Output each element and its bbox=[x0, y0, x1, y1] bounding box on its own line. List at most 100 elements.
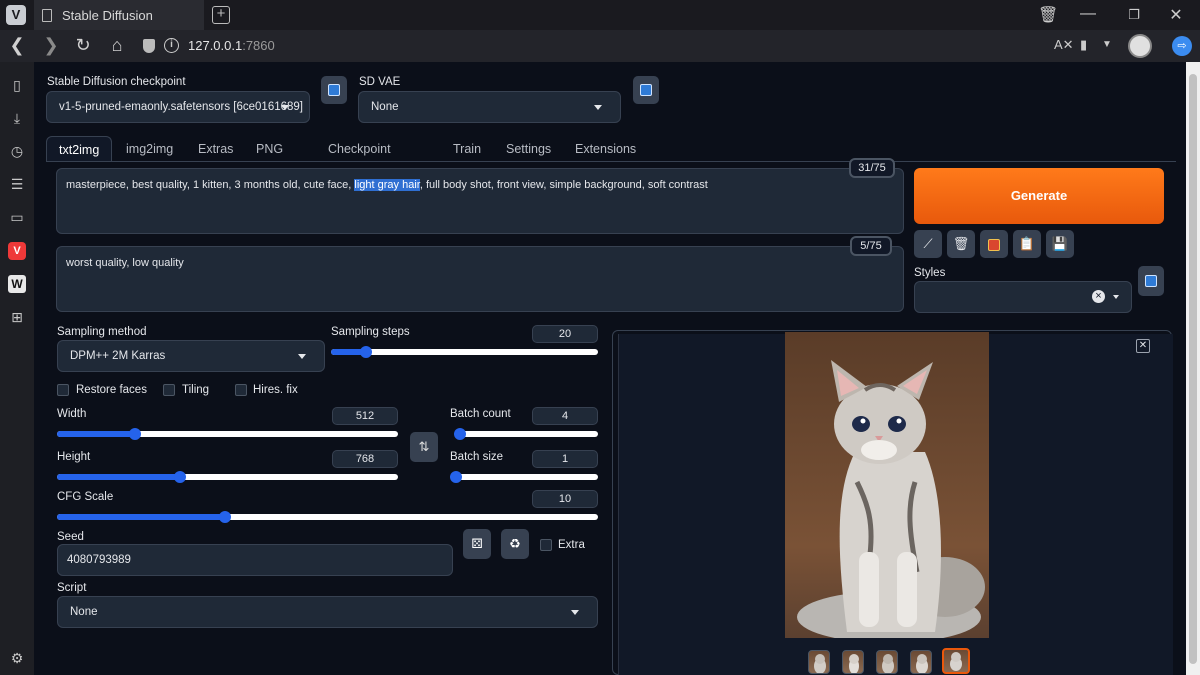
gallery-thumbnail[interactable] bbox=[842, 650, 864, 674]
tab-extras[interactable]: Extras bbox=[198, 136, 233, 162]
swap-dimensions-button[interactable]: ⇅ bbox=[410, 432, 438, 462]
bookmark-page-icon[interactable]: ▮ bbox=[1080, 37, 1087, 53]
styles-label: Styles bbox=[914, 267, 946, 279]
sampling-steps-slider[interactable] bbox=[331, 346, 598, 358]
download-icon[interactable]: ⤓ bbox=[8, 109, 26, 127]
browser-titlebar: V Stable Diffusion + 🗑 — ❐ ✕ bbox=[0, 0, 1200, 30]
height-input[interactable]: 768 bbox=[332, 450, 398, 468]
tab-txt2img[interactable]: txt2img bbox=[46, 136, 113, 162]
tab-extensions[interactable]: Extensions bbox=[575, 136, 636, 162]
settings-icon[interactable]: ⚙ bbox=[8, 649, 26, 667]
home-icon[interactable]: ⌂ bbox=[106, 35, 128, 56]
seed-input[interactable]: 4080793989 bbox=[57, 544, 453, 576]
slider-thumb[interactable] bbox=[450, 471, 462, 483]
translate-icon[interactable]: A✕ bbox=[1054, 37, 1074, 53]
sampling-method-select[interactable]: DPM++ 2M Karras bbox=[57, 340, 325, 372]
slider-thumb[interactable] bbox=[129, 428, 142, 440]
batch-size-slider[interactable] bbox=[450, 471, 598, 483]
batch-size-input[interactable]: 1 bbox=[532, 450, 598, 468]
generated-image-preview[interactable] bbox=[785, 332, 989, 638]
batch-count-input[interactable]: 4 bbox=[532, 407, 598, 425]
tab-png-info[interactable]: PNG Info bbox=[256, 136, 283, 182]
negative-prompt-input[interactable]: worst quality, low quality bbox=[56, 246, 904, 312]
slider-thumb[interactable] bbox=[454, 428, 467, 440]
sync-icon[interactable]: ⇨ bbox=[1172, 36, 1192, 56]
tab-checkpoint-merger[interactable]: Checkpoint Merger bbox=[328, 136, 391, 182]
width-slider[interactable] bbox=[57, 428, 398, 440]
checkpoint-select[interactable]: v1-5-pruned-emaonly.safetensors [6ce0161… bbox=[46, 91, 310, 123]
save-style-button[interactable]: 💾 bbox=[1046, 230, 1074, 258]
window-icon[interactable]: ▭ bbox=[8, 208, 26, 226]
reuse-seed-button[interactable]: ♻ bbox=[501, 529, 529, 559]
back-icon[interactable]: ❮ bbox=[6, 35, 28, 56]
gallery-thumbnail[interactable] bbox=[876, 650, 898, 674]
page-scrollbar[interactable] bbox=[1186, 62, 1200, 675]
vivaldi-menu-icon[interactable]: V bbox=[6, 5, 26, 25]
new-tab-icon[interactable]: + bbox=[212, 6, 230, 24]
slider-thumb[interactable] bbox=[218, 511, 231, 523]
bookmark-icon[interactable]: ▯ bbox=[8, 76, 26, 94]
close-window-icon[interactable]: ✕ bbox=[1166, 5, 1186, 25]
prompt-input[interactable]: masterpiece, best quality, 1 kitten, 3 m… bbox=[56, 168, 904, 234]
clipboard-icon: 📋 bbox=[1018, 236, 1036, 251]
shield-icon[interactable] bbox=[143, 39, 155, 53]
tab-settings[interactable]: Settings bbox=[506, 136, 551, 162]
cfg-scale-slider[interactable] bbox=[57, 511, 598, 523]
refresh-styles-button[interactable] bbox=[1138, 266, 1164, 296]
styles-select[interactable]: × bbox=[914, 281, 1132, 313]
slider-thumb[interactable] bbox=[359, 346, 372, 358]
width-input[interactable]: 512 bbox=[332, 407, 398, 425]
tab-title: Stable Diffusion bbox=[62, 7, 153, 23]
maximize-icon[interactable]: ❐ bbox=[1124, 7, 1144, 23]
clear-prompt-button[interactable]: 🗑 bbox=[947, 230, 975, 258]
vivaldi-icon[interactable]: V bbox=[8, 242, 26, 260]
apply-style-button[interactable]: 📋 bbox=[1013, 230, 1041, 258]
add-panel-icon[interactable]: ⊞ bbox=[8, 308, 26, 326]
refresh-vae-button[interactable] bbox=[633, 76, 659, 104]
wikipedia-icon[interactable]: W bbox=[8, 275, 26, 293]
tab-img2img[interactable]: img2img bbox=[126, 136, 173, 162]
reload-icon[interactable]: ↻ bbox=[72, 35, 94, 56]
restore-faces-checkbox[interactable] bbox=[57, 384, 69, 396]
profile-avatar[interactable] bbox=[1128, 34, 1152, 58]
tab-train[interactable]: Train bbox=[453, 136, 481, 162]
dropdown-icon[interactable]: ▼ bbox=[1102, 39, 1112, 50]
negative-token-counter: 5/75 bbox=[850, 236, 892, 256]
prompt-text: masterpiece, best quality, 1 kitten, 3 m… bbox=[66, 179, 355, 191]
random-seed-button[interactable]: ⚄ bbox=[463, 529, 491, 559]
forward-icon[interactable]: ❯ bbox=[40, 35, 62, 56]
recycle-icon: ♻ bbox=[509, 536, 521, 551]
floppy-disk-icon: 💾 bbox=[1051, 236, 1069, 251]
cfg-scale-input[interactable]: 10 bbox=[532, 490, 598, 508]
minimize-icon[interactable]: — bbox=[1078, 5, 1098, 23]
extra-networks-button[interactable] bbox=[980, 230, 1008, 258]
url-field[interactable]: 127.0.0.1:7860 bbox=[188, 38, 275, 53]
refresh-checkpoint-button[interactable] bbox=[321, 76, 347, 104]
batch-count-slider[interactable] bbox=[454, 428, 598, 440]
gallery-thumbnail[interactable] bbox=[910, 650, 932, 674]
history-icon[interactable]: ◷ bbox=[8, 142, 26, 160]
vae-label: SD VAE bbox=[359, 76, 401, 88]
scrollbar-thumb[interactable] bbox=[1189, 74, 1197, 664]
generate-button[interactable]: Generate bbox=[914, 168, 1164, 224]
read-params-button[interactable]: ⟋ bbox=[914, 230, 942, 258]
hires-fix-checkbox[interactable] bbox=[235, 384, 247, 396]
height-slider[interactable] bbox=[57, 471, 398, 483]
prompt-selection: light gray hair bbox=[354, 179, 420, 191]
script-select[interactable]: None bbox=[57, 596, 598, 628]
vae-select[interactable]: None bbox=[358, 91, 621, 123]
sampling-steps-input[interactable]: 20 bbox=[532, 325, 598, 343]
notes-icon[interactable]: ☰ bbox=[8, 175, 26, 193]
kitten-thumbnail-image bbox=[950, 652, 962, 671]
webui-app: Stable Diffusion checkpoint v1-5-pruned-… bbox=[34, 62, 1186, 675]
gallery-thumbnail-selected[interactable] bbox=[942, 648, 970, 674]
tiling-checkbox[interactable] bbox=[163, 384, 175, 396]
slider-thumb[interactable] bbox=[173, 471, 186, 483]
close-preview-icon[interactable]: ✕ bbox=[1136, 339, 1150, 353]
extra-seed-checkbox[interactable] bbox=[540, 539, 552, 551]
browser-tab[interactable]: Stable Diffusion bbox=[34, 0, 204, 30]
info-icon[interactable]: i bbox=[164, 38, 179, 53]
trash-icon[interactable]: 🗑 bbox=[1038, 5, 1058, 25]
gallery-thumbnail[interactable] bbox=[808, 650, 830, 674]
styles-clear-icon[interactable]: × bbox=[1092, 290, 1105, 303]
